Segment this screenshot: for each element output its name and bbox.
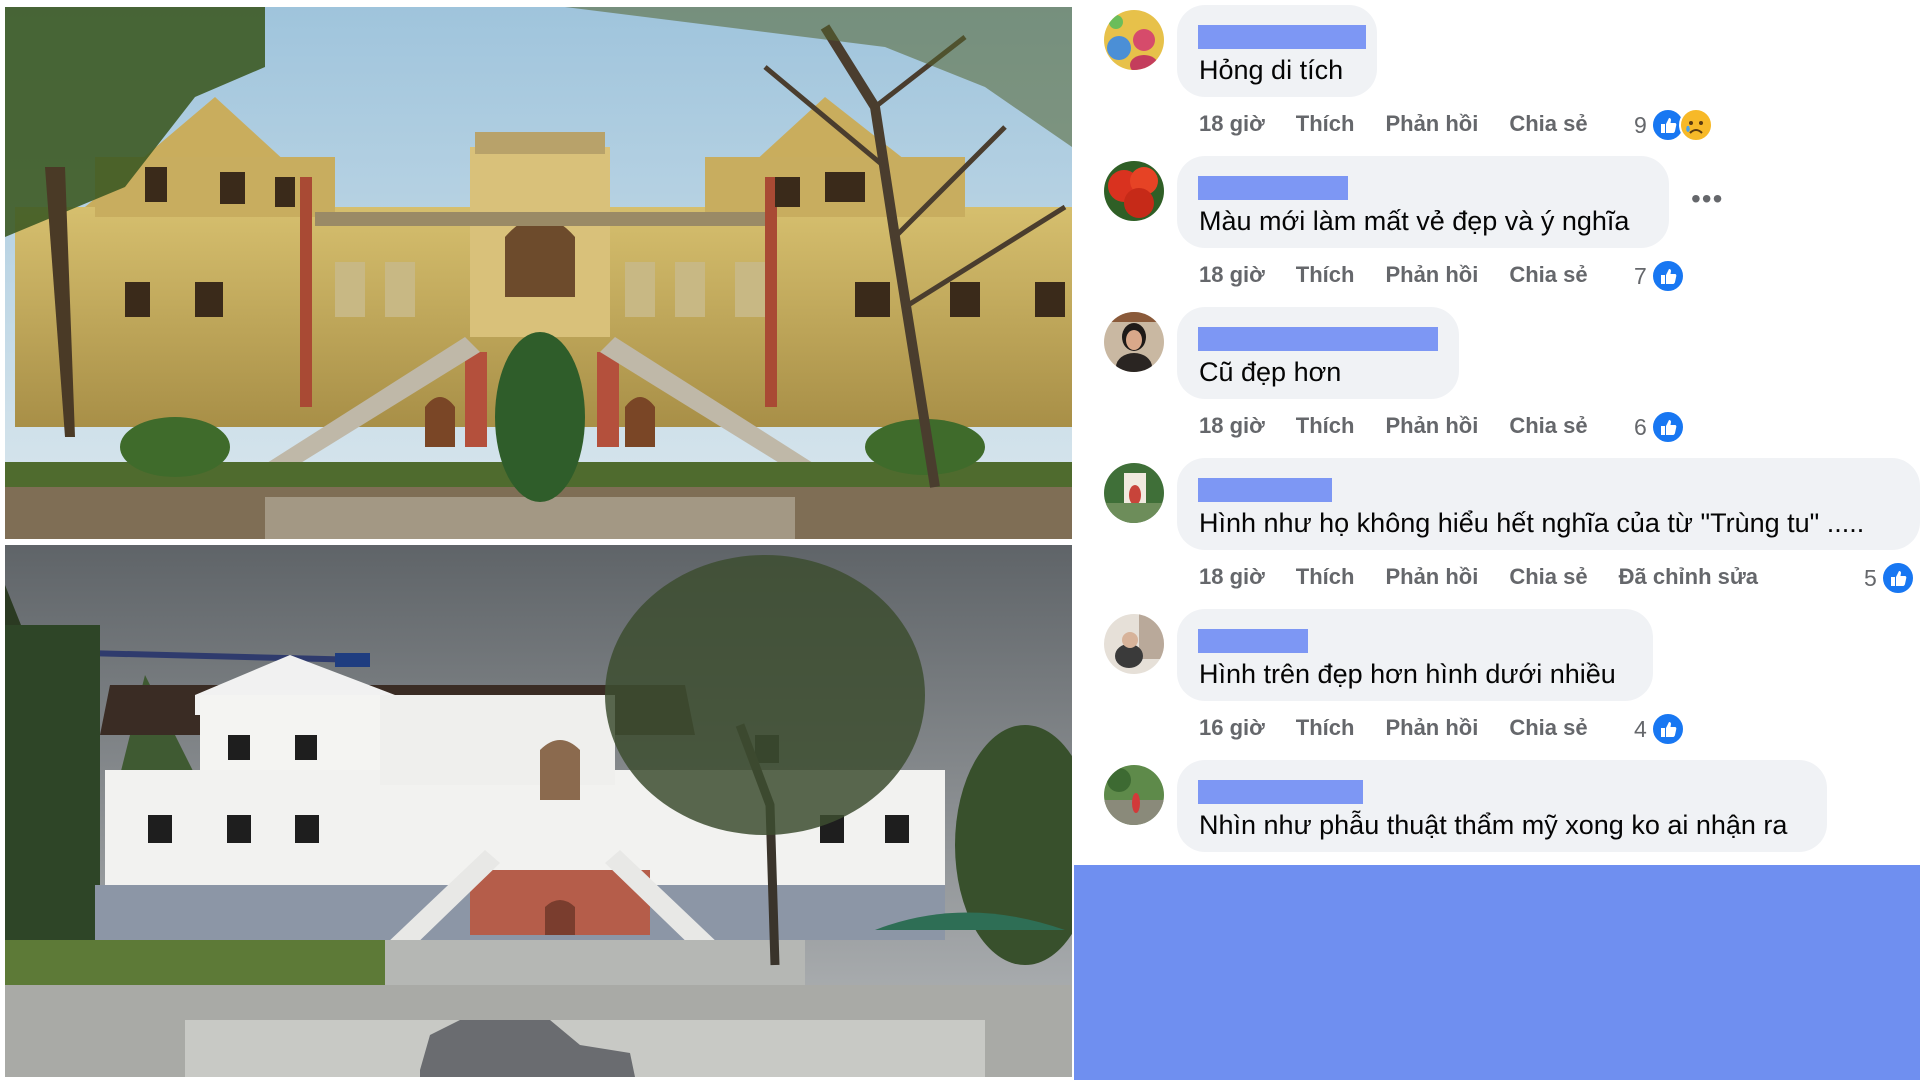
like-action[interactable]: Thích (1296, 262, 1355, 288)
commenter-avatar[interactable] (1104, 765, 1164, 825)
comment-bubble: Màu mới làm mất vẻ đẹp và ý nghĩa (1177, 156, 1669, 248)
comment-text: Cũ đẹp hơn (1199, 357, 1342, 387)
like-icon (1650, 712, 1685, 746)
reply-action[interactable]: Phản hồi (1385, 715, 1478, 741)
comment-3: Cũ đẹp hơn 18 giờ Thích Phản hồi Chia sẻ… (1074, 302, 1920, 452)
comment-bubble: Hỏng di tích (1177, 5, 1377, 97)
comment-bubble: Nhìn như phẫu thuật thẩm mỹ xong ko ai n… (1177, 760, 1827, 852)
comment-text: Hình trên đẹp hơn hình dưới nhiều (1199, 659, 1616, 689)
commenter-avatar[interactable] (1104, 161, 1164, 221)
comment-time: 16 giờ (1199, 715, 1265, 740)
redacted-commenter-name (1198, 478, 1332, 502)
share-action[interactable]: Chia sẻ (1509, 715, 1587, 741)
commenter-avatar[interactable] (1104, 614, 1164, 674)
comment-time: 18 giờ (1199, 262, 1265, 287)
comment-bubble: Hình như họ không hiểu hết nghĩa của từ … (1177, 458, 1920, 550)
share-action[interactable]: Chia sẻ (1509, 262, 1587, 288)
like-icon (1650, 410, 1685, 444)
reaction-summary[interactable]: 5 (1864, 561, 1915, 595)
reaction-summary[interactable]: 9 (1634, 108, 1713, 142)
share-action[interactable]: Chia sẻ (1509, 413, 1587, 439)
comment-2: Màu mới làm mất vẻ đẹp và ý nghĩa ••• 18… (1074, 151, 1920, 301)
comment-bubble: Hình trên đẹp hơn hình dưới nhiều (1177, 609, 1653, 701)
comment-actions: 16 giờ Thích Phản hồi Chia sẻ (1199, 712, 1619, 744)
reaction-count: 9 (1634, 111, 1647, 138)
reply-action[interactable]: Phản hồi (1385, 564, 1478, 590)
reaction-summary[interactable]: 4 (1634, 712, 1685, 746)
reaction-count: 4 (1634, 715, 1647, 742)
reply-action[interactable]: Phản hồi (1385, 262, 1478, 288)
edited-label[interactable]: Đã chỉnh sửa (1619, 564, 1758, 590)
redacted-commenter-name (1198, 176, 1348, 200)
like-icon (1650, 259, 1685, 293)
redacted-commenter-name (1198, 327, 1438, 351)
photo-after-restoration (5, 545, 1072, 1077)
comment-4: Hình như họ không hiểu hết nghĩa của từ … (1074, 453, 1920, 603)
commenter-avatar[interactable] (1104, 463, 1164, 523)
like-action[interactable]: Thích (1296, 111, 1355, 137)
redacted-commenter-name (1198, 629, 1308, 653)
comment-bubble: Cũ đẹp hơn (1177, 307, 1459, 399)
reply-action[interactable]: Phản hồi (1385, 111, 1478, 137)
comment-actions: 18 giờ Thích Phản hồi Chia sẻ (1199, 259, 1619, 291)
comment-actions: 18 giờ Thích Phản hồi Chia sẻ (1199, 108, 1619, 140)
photo-before-restoration (5, 7, 1072, 539)
share-action[interactable]: Chia sẻ (1509, 111, 1587, 137)
comment-time: 18 giờ (1199, 564, 1265, 589)
share-action[interactable]: Chia sẻ (1509, 564, 1587, 590)
comment-text: Nhìn như phẫu thuật thẩm mỹ xong ko ai n… (1199, 810, 1788, 840)
comment-5: Hình trên đẹp hơn hình dưới nhiều 16 giờ… (1074, 604, 1920, 754)
comment-actions: 18 giờ Thích Phản hồi Chia sẻ (1199, 410, 1619, 442)
reaction-count: 7 (1634, 262, 1647, 289)
comment-text: Màu mới làm mất vẻ đẹp và ý nghĩa (1199, 206, 1630, 236)
like-action[interactable]: Thích (1296, 413, 1355, 439)
comment-text: Hình như họ không hiểu hết nghĩa của từ … (1199, 508, 1865, 538)
like-action[interactable]: Thích (1296, 715, 1355, 741)
comment-time: 18 giờ (1199, 111, 1265, 136)
reaction-summary[interactable]: 6 (1634, 410, 1685, 444)
like-icon (1880, 561, 1915, 595)
redacted-commenter-name (1198, 25, 1366, 49)
like-action[interactable]: Thích (1296, 564, 1355, 590)
redacted-commenter-name (1198, 780, 1363, 804)
sad-icon (1678, 108, 1713, 142)
comments-section: Hỏng di tích 18 giờ Thích Phản hồi Chia … (1074, 0, 1920, 865)
comment-1: Hỏng di tích 18 giờ Thích Phản hồi Chia … (1074, 0, 1920, 150)
commenter-avatar[interactable] (1104, 10, 1164, 70)
reaction-count: 6 (1634, 413, 1647, 440)
redaction-fill (1074, 865, 1920, 1080)
commenter-avatar[interactable] (1104, 312, 1164, 372)
more-options-button[interactable]: ••• (1691, 183, 1723, 215)
comment-time: 18 giờ (1199, 413, 1265, 438)
reply-action[interactable]: Phản hồi (1385, 413, 1478, 439)
comment-actions: 18 giờ Thích Phản hồi Chia sẻ Đã chỉnh s… (1199, 561, 1789, 593)
comment-text: Hỏng di tích (1199, 55, 1344, 85)
reaction-summary[interactable]: 7 (1634, 259, 1685, 293)
reaction-count: 5 (1864, 564, 1877, 591)
screenshot-root: Hỏng di tích 18 giờ Thích Phản hồi Chia … (0, 0, 1920, 1080)
